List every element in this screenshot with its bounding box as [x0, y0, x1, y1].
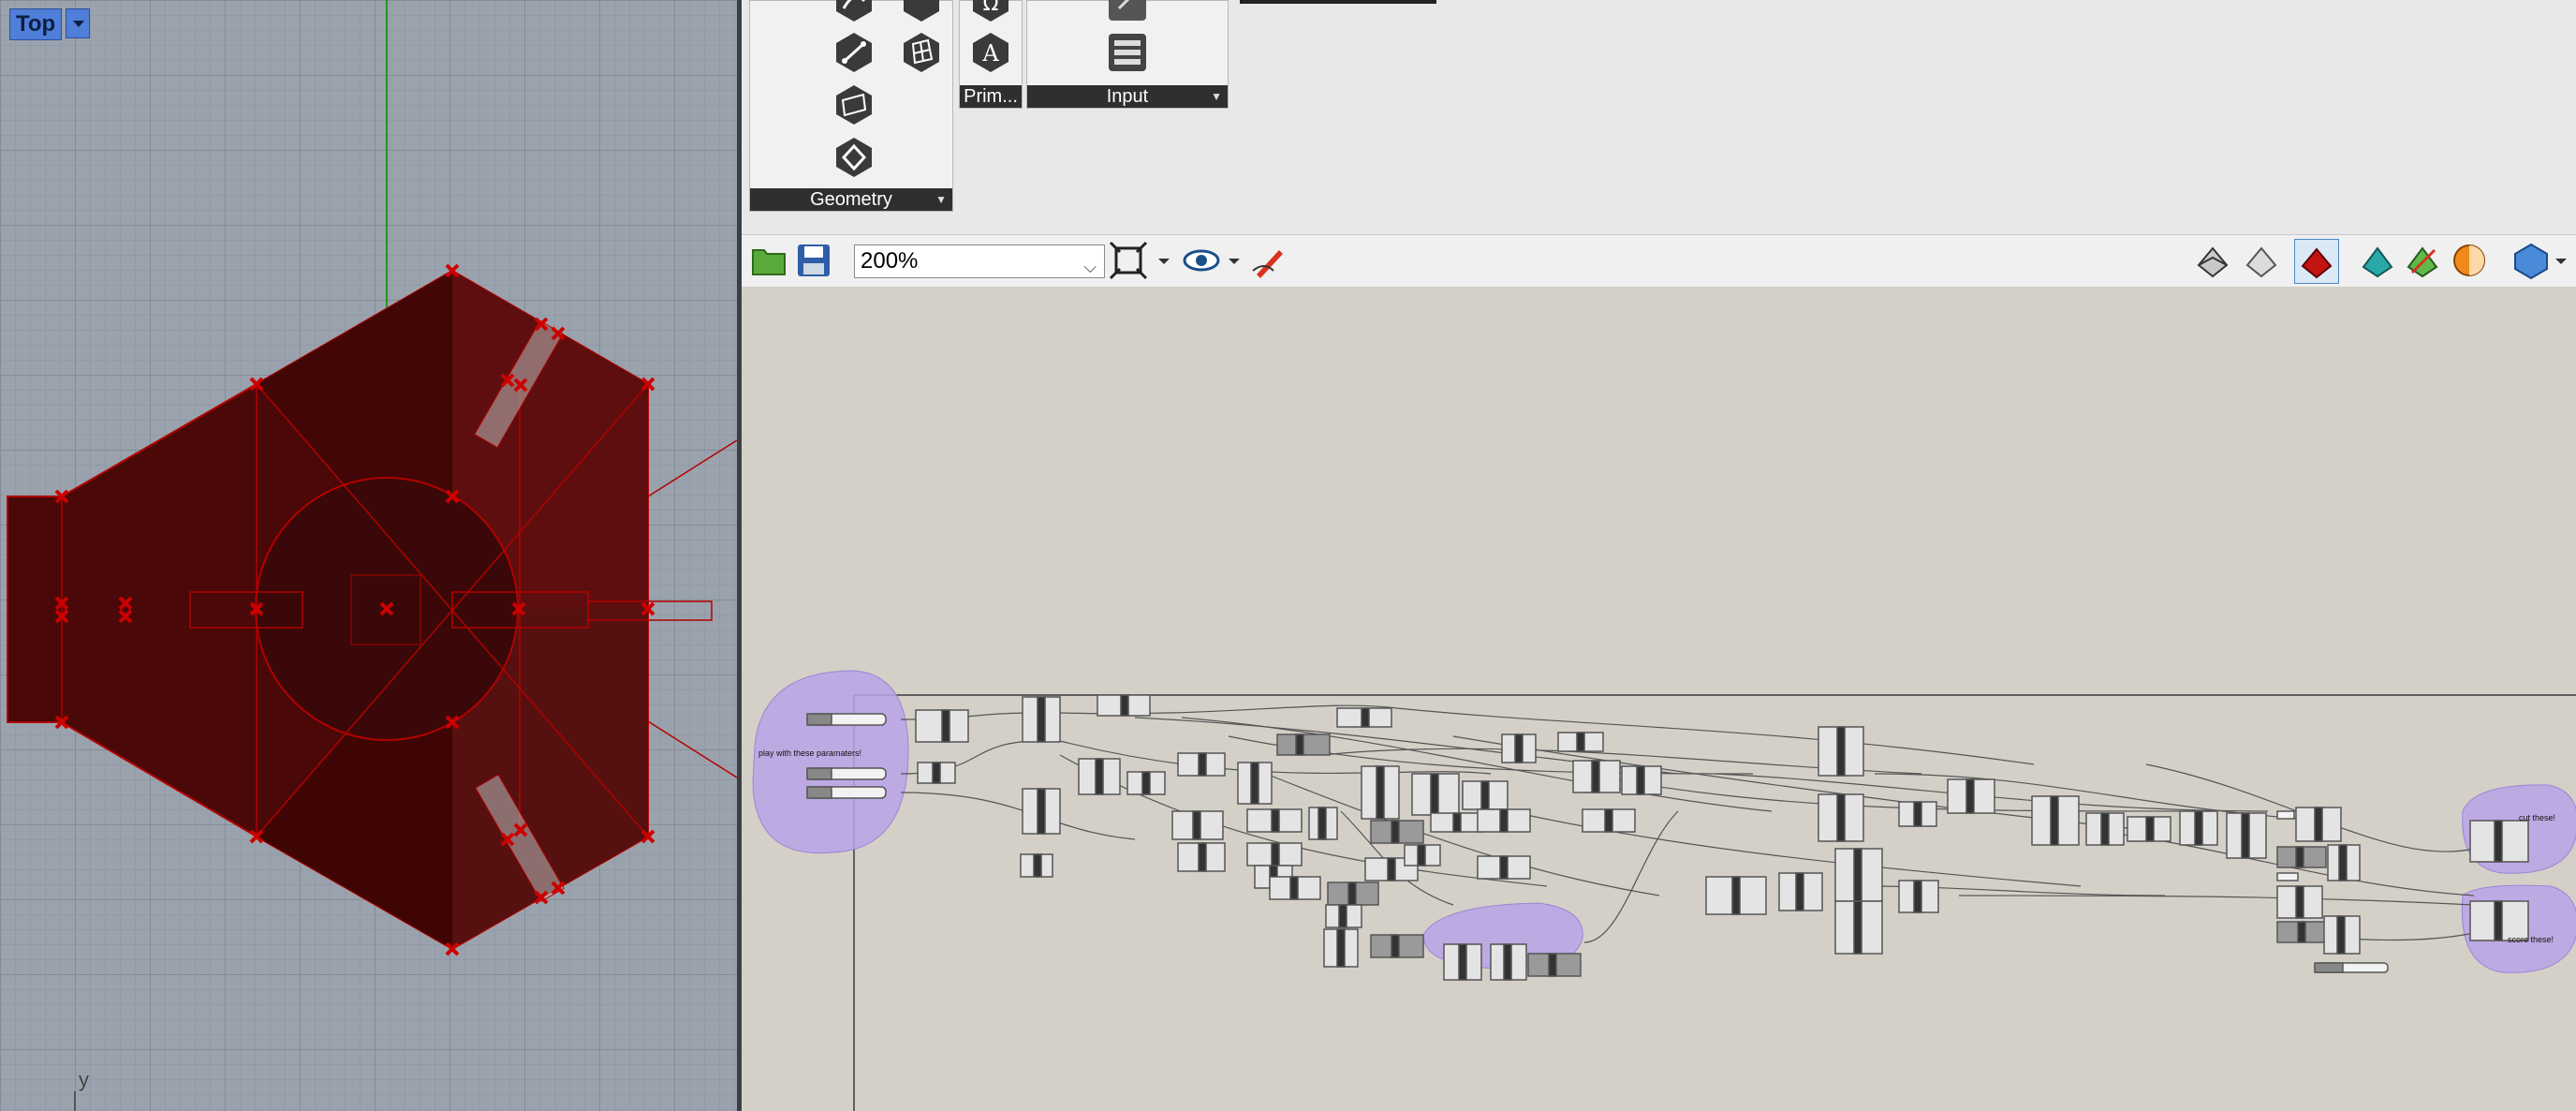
preview-selected-button[interactable]	[2294, 239, 2339, 284]
group-label-parameters: play with these paramaters!	[758, 748, 862, 758]
sketch-pen-icon[interactable]	[1249, 241, 1288, 280]
viewport-menu-chevron-down-icon[interactable]	[66, 8, 90, 38]
list-icon[interactable]	[1106, 31, 1149, 74]
svg-text:A: A	[981, 40, 999, 67]
grasshopper-canvas[interactable]: play with these paramaters! cut these! s…	[742, 287, 2576, 1111]
brep-icon[interactable]	[832, 136, 876, 179]
panel-label-geometry: Geometry ▼	[750, 188, 952, 211]
slider-icon[interactable]	[1106, 0, 1149, 23]
bake-icon[interactable]	[2358, 241, 2397, 280]
curve-icon[interactable]	[832, 0, 876, 23]
ribbon-panel-input: Input ▼	[1026, 0, 1229, 109]
preview-shaded-icon[interactable]	[2242, 241, 2281, 280]
svg-text:Ω: Ω	[983, 0, 999, 16]
text-icon[interactable]: A	[969, 31, 1012, 74]
viewport-title[interactable]: Top	[9, 8, 63, 40]
group-label-score: score these!	[2508, 935, 2554, 944]
zoom-level-select[interactable]: 200% ⌵	[854, 244, 1105, 278]
chevron-down-icon[interactable]	[1224, 241, 1244, 280]
preview-selected-icon	[2301, 247, 2333, 279]
rhino-viewport[interactable]: Top y	[0, 0, 742, 1111]
ribbon-panel-geometry: Geometry ▼	[749, 0, 953, 212]
group-parameters	[752, 670, 909, 854]
chevron-down-icon[interactable]	[1154, 241, 1174, 280]
sphere-icon[interactable]	[2511, 241, 2551, 280]
save-icon[interactable]	[794, 241, 833, 280]
ribbon-panel-primitive: Ω A Prim...	[959, 0, 1023, 109]
mesh-quality-icon[interactable]	[2450, 241, 2489, 280]
chevron-down-icon[interactable]	[2551, 241, 2571, 280]
open-file-icon[interactable]	[749, 241, 788, 280]
colour-icon[interactable]	[2403, 241, 2442, 280]
panel-label-input: Input ▼	[1027, 85, 1228, 108]
axis-label-y: y	[79, 1068, 89, 1091]
line-icon[interactable]	[832, 31, 876, 74]
panel-label-primitive: Prim...	[960, 85, 1022, 108]
preview-eye-icon[interactable]	[1182, 241, 1221, 280]
definition-graph[interactable]	[742, 287, 2576, 1111]
field-icon[interactable]	[900, 0, 943, 23]
component-ribbon: Geometry ▼ Ω A Prim... Input ▼	[742, 0, 2576, 234]
surface-icon[interactable]	[832, 83, 876, 126]
canvas-toolbar: 200% ⌵	[742, 234, 2576, 289]
preview-wire-icon[interactable]	[2193, 241, 2232, 280]
zoom-extents-icon[interactable]	[1109, 241, 1148, 280]
components[interactable]	[806, 694, 2529, 981]
group-label-cut: cut these!	[2519, 813, 2556, 822]
viewport-canvas[interactable]	[0, 0, 737, 1111]
panel-divider	[1240, 0, 1436, 4]
omega-icon[interactable]: Ω	[969, 0, 1012, 23]
mesh-icon[interactable]	[900, 31, 943, 74]
